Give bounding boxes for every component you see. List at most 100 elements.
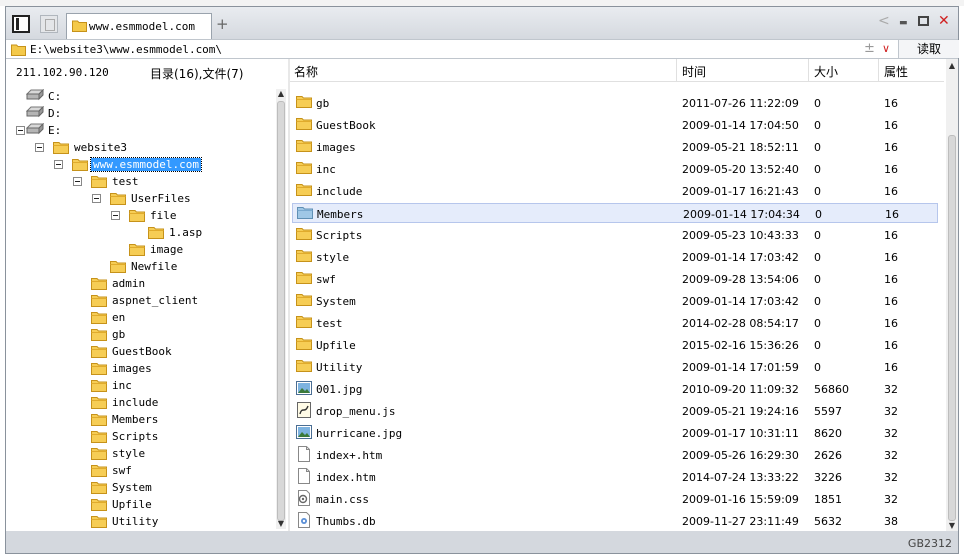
- blank-file-icon: [296, 446, 312, 465]
- column-separator[interactable]: [676, 59, 677, 81]
- collapse-icon[interactable]: [54, 160, 63, 169]
- directory-summary: 目录(16),文件(7): [150, 67, 244, 81]
- folder-icon: [91, 497, 107, 514]
- tree-node-label: Utility: [112, 515, 159, 528]
- file-row[interactable]: main.css 2009-01-16 15:59:09 1851 32: [292, 489, 938, 509]
- file-row[interactable]: index.htm 2014-07-24 13:33:22 3226 32: [292, 467, 938, 487]
- file-row[interactable]: include 2009-01-17 16:21:43 0 16: [292, 181, 938, 201]
- file-time: 2015-02-16 15:36:26: [682, 339, 799, 352]
- file-attr: 32: [884, 493, 898, 506]
- server-ip: 211.102.90.120: [16, 66, 109, 79]
- file-row[interactable]: index+.htm 2009-05-26 16:29:30 2626 32: [292, 445, 938, 465]
- home-tab-button[interactable]: [40, 15, 58, 33]
- tab-www-esmmodel[interactable]: www.esmmodel.com: [66, 13, 212, 39]
- back-button[interactable]: <: [878, 13, 890, 29]
- tree-node-label: file: [150, 209, 177, 222]
- scroll-up-arrow[interactable]: ▲: [946, 61, 958, 70]
- folder-icon: [296, 292, 312, 309]
- collapse-icon[interactable]: [73, 177, 82, 186]
- file-time: 2009-01-14 17:04:34: [683, 208, 800, 221]
- chevron-down-icon[interactable]: ∨: [882, 42, 890, 55]
- file-row[interactable]: style 2009-01-14 17:03:42 0 16: [292, 247, 938, 267]
- file-row[interactable]: System 2009-01-14 17:03:42 0 16: [292, 291, 938, 311]
- add-bookmark-button[interactable]: ±: [864, 41, 875, 56]
- maximize-button[interactable]: [918, 16, 929, 26]
- folder-icon: [110, 259, 126, 276]
- file-row[interactable]: Utility 2009-01-14 17:01:59 0 16: [292, 357, 938, 377]
- column-attr[interactable]: 属性: [884, 63, 908, 80]
- file-attr: 16: [884, 185, 898, 198]
- collapse-icon[interactable]: [16, 126, 25, 135]
- file-row[interactable]: Members 2009-01-14 17:04:34 0 16: [292, 203, 938, 223]
- tree-node-label: www.esmmodel.com: [90, 157, 202, 172]
- image-file-icon: [296, 424, 312, 443]
- file-manager-window: www.esmmodel.com + < ▬ ✕ E:\website3\www…: [5, 6, 959, 554]
- address-path[interactable]: E:\website3\www.esmmodel.com\: [30, 43, 222, 56]
- minimize-button[interactable]: ▬: [899, 18, 908, 28]
- scroll-down-arrow[interactable]: ▼: [946, 521, 958, 530]
- blank-page-icon: [45, 19, 55, 31]
- file-time: 2009-09-28 13:54:06: [682, 273, 799, 286]
- file-attr: 16: [884, 163, 898, 176]
- folder-icon: [129, 208, 145, 225]
- read-button[interactable]: 读取: [898, 40, 959, 58]
- file-time: 2011-07-26 11:22:09: [682, 97, 799, 110]
- column-time[interactable]: 时间: [682, 63, 706, 80]
- tree-scroll-thumb[interactable]: [277, 101, 285, 521]
- tree-node-label: test: [112, 175, 139, 188]
- file-list-scroll-thumb[interactable]: [948, 135, 956, 521]
- column-separator[interactable]: [878, 59, 879, 81]
- file-time: 2009-11-27 23:11:49: [682, 515, 799, 528]
- encoding-label[interactable]: GB2312: [908, 537, 952, 550]
- file-name: Utility: [316, 361, 363, 374]
- file-time: 2009-01-16 15:59:09: [682, 493, 799, 506]
- folder-icon: [296, 138, 312, 155]
- tree-node-label: swf: [112, 464, 132, 477]
- file-row[interactable]: GuestBook 2009-01-14 17:04:50 0 16: [292, 115, 938, 135]
- folder-icon: [91, 276, 107, 293]
- db-file-icon: [296, 512, 312, 531]
- new-tab-button[interactable]: +: [216, 15, 229, 33]
- collapse-icon[interactable]: [111, 211, 120, 220]
- scroll-down-arrow[interactable]: ▼: [276, 519, 286, 528]
- file-row[interactable]: images 2009-05-21 18:52:11 0 16: [292, 137, 938, 157]
- file-row[interactable]: Thumbs.db 2009-11-27 23:11:49 5632 38: [292, 511, 938, 531]
- scroll-up-arrow[interactable]: ▲: [276, 89, 286, 98]
- folder-icon: [11, 44, 26, 56]
- tree-node-label: admin: [112, 277, 146, 290]
- collapse-icon[interactable]: [92, 194, 101, 203]
- file-list-scrollbar[interactable]: ▲ ▼: [946, 59, 958, 531]
- tree-node-label: aspnet_client: [112, 294, 199, 307]
- tree-node-label: Members: [112, 413, 159, 426]
- file-row[interactable]: test 2014-02-28 08:54:17 0 16: [292, 313, 938, 333]
- file-name: System: [316, 295, 356, 308]
- file-attr: 32: [884, 405, 898, 418]
- file-row[interactable]: hurricane.jpg 2009-01-17 10:31:11 8620 32: [292, 423, 938, 443]
- column-name[interactable]: 名称: [294, 63, 318, 80]
- file-attr: 16: [884, 97, 898, 110]
- folder-icon: [296, 336, 312, 353]
- file-row[interactable]: Upfile 2015-02-16 15:36:26 0 16: [292, 335, 938, 355]
- panel-toggle-button[interactable]: [12, 15, 30, 33]
- folder-icon: [91, 327, 107, 344]
- column-size[interactable]: 大小: [814, 63, 838, 80]
- file-row[interactable]: 001.jpg 2010-09-20 11:09:32 56860 32: [292, 379, 938, 399]
- file-size: 0: [814, 119, 821, 132]
- css-file-icon: [296, 490, 312, 509]
- close-button[interactable]: ✕: [938, 13, 950, 29]
- file-time: 2009-01-17 10:31:11: [682, 427, 799, 440]
- file-row[interactable]: gb 2011-07-26 11:22:09 0 16: [292, 93, 938, 113]
- folder-icon: [91, 361, 107, 378]
- column-separator[interactable]: [808, 59, 809, 81]
- tree-node-label: include: [112, 396, 159, 409]
- tree-scrollbar[interactable]: ▲ ▼: [276, 89, 286, 529]
- file-size: 0: [814, 251, 821, 264]
- file-row[interactable]: Scripts 2009-05-23 10:43:33 0 16: [292, 225, 938, 245]
- file-row[interactable]: drop_menu.js 2009-05-21 19:24:16 5597 32: [292, 401, 938, 421]
- file-time: 2009-01-14 17:04:50: [682, 119, 799, 132]
- file-attr: 16: [884, 273, 898, 286]
- address-bar[interactable]: E:\website3\www.esmmodel.com\ ± ∨ 读取: [6, 39, 959, 59]
- collapse-icon[interactable]: [35, 143, 44, 152]
- file-row[interactable]: inc 2009-05-20 13:52:40 0 16: [292, 159, 938, 179]
- file-row[interactable]: swf 2009-09-28 13:54:06 0 16: [292, 269, 938, 289]
